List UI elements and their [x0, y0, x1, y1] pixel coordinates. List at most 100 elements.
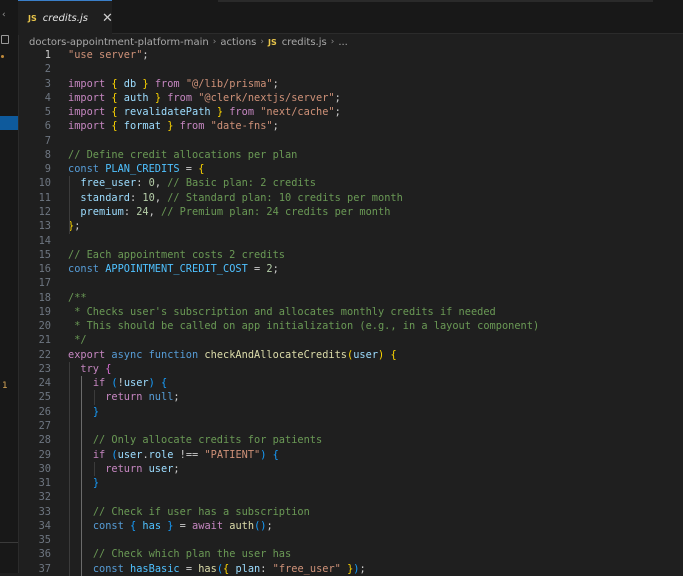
code-token: import [68, 77, 106, 90]
code-line[interactable]: 4 import { auth } from "@clerk/nextjs/ser… [18, 91, 683, 105]
line-number: 1 [44, 49, 51, 61]
code-line[interactable]: 5 import { revalidatePath } from "next/ca… [18, 105, 683, 119]
modified-dot-icon [1, 55, 4, 58]
code-text: premium: 24, // Premium plan: 24 credits… [68, 205, 390, 219]
line-number: 21 [38, 334, 51, 347]
code-line[interactable]: 21 */ [18, 333, 683, 347]
js-file-icon: JS [28, 13, 37, 23]
code-token: null [148, 391, 174, 404]
code-token: } [92, 405, 100, 418]
indent-guide [69, 361, 70, 576]
code-line[interactable]: 35 [18, 533, 683, 547]
code-line[interactable]: 34 const { has } = await auth(); [18, 519, 683, 533]
code-line[interactable]: 27 [18, 419, 683, 433]
code-token: revalidatePath [117, 106, 217, 119]
code-line[interactable]: 33 // Check if user has a subscription [18, 505, 683, 519]
line-number: 20 [38, 320, 51, 333]
selected-activity-item[interactable] [0, 116, 18, 130]
code-text: if (!user) { [68, 376, 167, 390]
code-text: import { revalidatePath } from "next/cac… [68, 105, 341, 119]
code-line[interactable]: 7 [18, 134, 683, 148]
code-line[interactable]: 12 premium: 24, // Premium plan: 24 cred… [18, 205, 683, 219]
code-token: user [123, 377, 149, 390]
code-line[interactable]: 17 [18, 276, 683, 290]
code-token: const [92, 519, 124, 532]
line-number: 19 [38, 305, 51, 318]
chevron-right-icon: › [260, 37, 264, 47]
line-number: 10 [38, 177, 51, 190]
code-line[interactable]: 11 standard: 10, // Standard plan: 10 cr… [18, 191, 683, 205]
code-token: , [154, 191, 168, 204]
code-token: const [68, 263, 99, 276]
breadcrumb-root[interactable]: doctors-appointment-platform-main [29, 37, 209, 48]
code-token: = [173, 519, 193, 532]
code-editor[interactable]: 1 "use server"; 2 3 import { db } from "@/li… [18, 48, 683, 576]
code-token: async [111, 348, 143, 361]
tab-bar: JS credits.js ✕ [18, 0, 683, 35]
line-number: 18 [38, 291, 51, 304]
code-line[interactable]: 30 return user; [18, 462, 683, 476]
code-line[interactable]: 1 "use server"; [18, 48, 683, 62]
code-line[interactable]: 23 try { [18, 362, 683, 376]
line-number: 6 [44, 120, 51, 133]
code-line[interactable]: 2 [18, 62, 683, 76]
code-line[interactable]: 8 // Define credit allocations per plan [18, 148, 683, 162]
code-token: { [161, 377, 168, 390]
indent-guide [93, 390, 95, 405]
chevron-icon[interactable]: ‹ [2, 10, 6, 20]
code-line[interactable]: 18 /** [18, 291, 683, 305]
tab-label: credits.js [42, 12, 88, 24]
code-token: , [148, 205, 162, 218]
chevron-right-icon: › [212, 37, 217, 47]
breadcrumb-more[interactable]: ... [338, 37, 348, 48]
close-icon[interactable]: ✕ [102, 12, 113, 25]
code-token: 24 [136, 205, 149, 218]
line-number: 2 [44, 63, 51, 76]
code-token: has [142, 519, 162, 532]
code-line[interactable]: 36 // Check which plan the user has [18, 547, 683, 561]
tab-credits-js[interactable]: JS credits.js ✕ [18, 0, 113, 35]
line-number: 30 [38, 462, 51, 475]
code-line[interactable]: 3 import { db } from "@/lib/prisma"; [18, 77, 683, 91]
breadcrumb-folder[interactable]: actions [220, 37, 256, 48]
code-line[interactable]: 37 const hasBasic = has({ plan: "free_us… [18, 562, 683, 576]
code-line[interactable]: 29 if (user.role !== "PATIENT") { [18, 448, 683, 462]
copy-icon[interactable] [1, 35, 9, 44]
code-token: = [179, 163, 199, 176]
js-file-icon: JS [267, 37, 277, 47]
code-line[interactable]: 26 } [18, 405, 683, 419]
code-line[interactable]: 19 * Checks user's subscription and allo… [18, 305, 683, 319]
code-line[interactable]: 10 free_user: 0, // Basic plan: 2 credit… [18, 176, 683, 190]
code-token: // Standard plan: 10 credits per month [167, 191, 403, 204]
code-token: // Only allocate credits for patients [92, 434, 323, 447]
code-token: from [161, 91, 199, 104]
code-line[interactable]: 28 // Only allocate credits for patients [18, 433, 683, 447]
code-token: APPOINTMENT_CREDIT_COST [105, 263, 248, 276]
code-text: free_user: 0, // Basic plan: 2 credits [68, 176, 316, 190]
breadcrumb-file[interactable]: credits.js [282, 37, 327, 48]
code-token: premium [80, 205, 124, 218]
line-number: 36 [38, 548, 51, 561]
code-line[interactable]: 22 export async function checkAndAllocate… [18, 348, 683, 362]
code-token: return [105, 391, 143, 404]
code-token: () [254, 519, 267, 532]
code-line[interactable]: 24 if (!user) { [18, 376, 683, 390]
code-line[interactable]: 16 const APPOINTMENT_CREDIT_COST = 2; [18, 262, 683, 276]
line-number: 29 [38, 448, 51, 461]
code-line[interactable]: 6 import { format } from "date-fns"; [18, 119, 683, 133]
code-line[interactable]: 31 } [18, 476, 683, 490]
code-line[interactable]: 13}; [18, 219, 683, 233]
line-number: 7 [44, 134, 51, 147]
code-token: import [68, 106, 106, 119]
code-line[interactable]: 32 [18, 490, 683, 504]
code-text: // Define credit allocations per plan [68, 148, 297, 162]
code-line[interactable]: 15 // Each appointment costs 2 credits [18, 248, 683, 262]
code-line[interactable]: 20 * This should be called on app initia… [18, 319, 683, 333]
code-line[interactable]: 14 [18, 234, 683, 248]
code-token: } [92, 477, 100, 490]
code-line[interactable]: 25 return null; [18, 390, 683, 404]
code-line[interactable]: 9 const PLAN_CREDITS = { [18, 162, 683, 176]
line-number: 27 [38, 420, 51, 433]
code-text: // Each appointment costs 2 credits [68, 248, 285, 262]
activity-bar: ‹ 1 [0, 0, 19, 573]
